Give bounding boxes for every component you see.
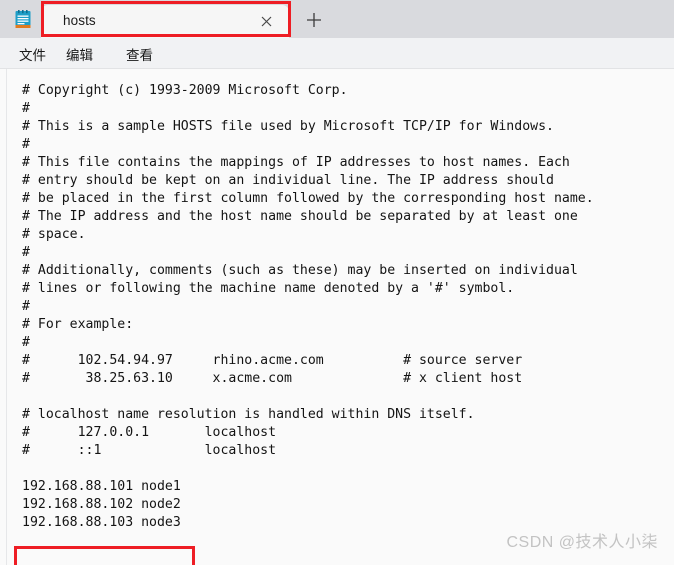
editor-line: # [22,101,30,116]
editor-line: # localhost name resolution is handled w… [22,407,475,422]
editor-line: # The IP address and the host name shoul… [22,209,578,224]
editor-line: # [22,137,30,152]
editor-line: # be placed in the first column followed… [22,191,594,206]
editor-line: # Additionally, comments (such as these)… [22,263,578,278]
editor-line: # 127.0.0.1 localhost [22,425,277,440]
menu-item-view[interactable]: 查看 [126,44,153,64]
editor-line: 192.168.88.102 node2 [22,497,181,512]
editor-line: # entry should be kept on an individual … [22,173,554,188]
editor-line: 192.168.88.101 node1 [22,479,181,494]
editor-line: # For example: [22,317,134,332]
close-icon[interactable] [258,13,275,30]
node-entries-annotation-box [14,546,195,565]
hosts-file-text[interactable]: # Copyright (c) 1993-2009 Microsoft Corp… [22,82,594,532]
editor-line: # [22,299,30,314]
menu-item-file[interactable]: 文件 [19,44,46,64]
menu-bar: 文件 编辑 查看 [0,38,674,69]
editor-line: # 38.25.63.10 x.acme.com # x client host [22,371,523,386]
menu-item-edit[interactable]: 编辑 [66,44,93,64]
editor-line: # [22,245,30,260]
editor-line: # ::1 localhost [22,443,277,458]
editor-line: # This is a sample HOSTS file used by Mi… [22,119,554,134]
editor-line: # Copyright (c) 1993-2009 Microsoft Corp… [22,83,348,98]
editor-line: # lines or following the machine name de… [22,281,515,296]
text-editor-area[interactable]: # Copyright (c) 1993-2009 Microsoft Corp… [0,69,674,565]
tab-label: hosts [63,13,96,28]
notepad-icon [14,10,32,29]
editor-line: # This file contains the mappings of IP … [22,155,570,170]
tab-hosts[interactable]: hosts [41,5,289,38]
plus-icon[interactable] [303,9,325,31]
notepad-window: hosts 文件 编辑 查看 # Copyright (c) 1993-2009… [0,0,674,565]
editor-line: # [22,335,30,350]
editor-line: # 102.54.94.97 rhino.acme.com # source s… [22,353,523,368]
editor-line: # space. [22,227,86,242]
csdn-watermark: CSDN @技术人小柒 [506,534,658,551]
title-bar: hosts [0,0,674,38]
editor-left-edge [6,69,7,565]
